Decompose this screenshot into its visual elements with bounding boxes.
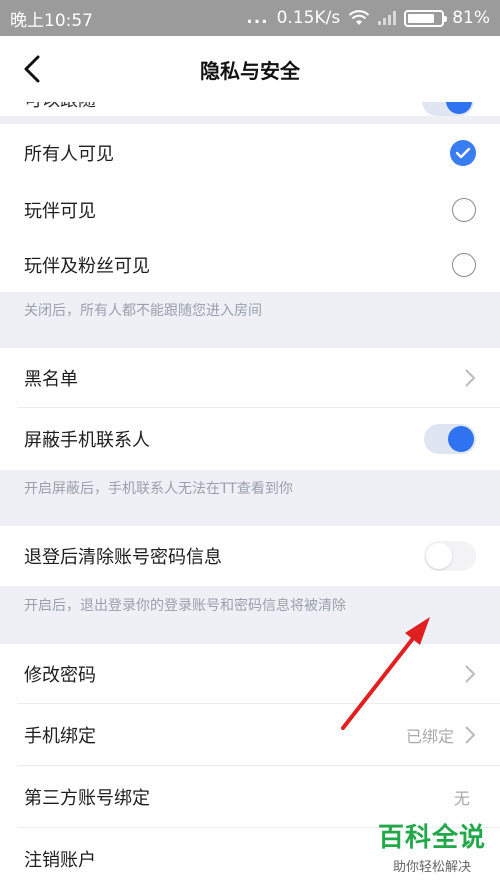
section-gap xyxy=(0,506,500,526)
follow-toggle-row[interactable]: 可以跟随 xyxy=(0,102,500,116)
notification-dots: ... xyxy=(246,8,269,28)
watermark-subtitle: 助你轻松解决 xyxy=(392,860,471,875)
network-speed: 0.15K/s xyxy=(276,8,341,28)
visibility-option-playmates[interactable]: 玩伴可见 xyxy=(0,182,500,237)
follow-toggle[interactable] xyxy=(422,102,474,116)
checked-radio-icon[interactable] xyxy=(450,140,476,166)
phone-binding-status: 已绑定 xyxy=(405,727,454,746)
follow-note: 关闭后，所有人都不能跟随您进入房间 xyxy=(0,292,500,328)
status-indicators: ... 0.15K/s 81% xyxy=(246,8,490,28)
visibility-option-label: 所有人可见 xyxy=(24,144,114,165)
visibility-option-label: 玩伴及粉丝可见 xyxy=(24,255,150,277)
third-party-binding-label: 第三方账号绑定 xyxy=(24,788,150,809)
wifi-icon xyxy=(348,10,370,25)
blacklist-label: 黑名单 xyxy=(24,369,78,390)
visibility-option-everyone[interactable]: 所有人可见 xyxy=(0,124,500,182)
section-gap xyxy=(0,328,500,348)
chevron-right-icon xyxy=(465,665,476,683)
clear-on-logout-note: 开启后，退出登录你的登录账号和密码信息将被清除 xyxy=(0,586,500,624)
follow-toggle-label: 可以跟随 xyxy=(24,102,476,112)
nav-bar: 隐私与安全 xyxy=(0,36,500,102)
block-contacts-row: 屏蔽手机联系人 xyxy=(0,408,500,470)
clear-on-logout-row: 退登后清除账号密码信息 xyxy=(0,526,500,586)
chevron-right-icon xyxy=(465,369,476,387)
phone-binding-row[interactable]: 手机绑定 已绑定 xyxy=(0,704,500,766)
watermark-logo: 百科全说 助你轻松解决 xyxy=(378,817,486,875)
clear-on-logout-label: 退登后清除账号密码信息 xyxy=(24,547,222,568)
change-password-row[interactable]: 修改密码 xyxy=(0,644,500,704)
battery-percent: 81% xyxy=(452,8,490,28)
block-contacts-toggle[interactable] xyxy=(424,424,476,454)
status-bar: 晚上10:57 ... 0.15K/s 81% xyxy=(0,0,500,36)
phone-binding-label: 手机绑定 xyxy=(24,726,96,747)
battery-icon xyxy=(404,9,448,27)
visibility-option-playmates-fans[interactable]: 玩伴及粉丝可见 xyxy=(0,237,500,292)
watermark-title: 百科全说 xyxy=(377,823,486,853)
back-arrow-icon xyxy=(24,55,40,83)
visibility-option-label: 玩伴可见 xyxy=(24,200,96,222)
third-party-binding-status: 无 xyxy=(453,789,470,808)
cell-signal-icon xyxy=(378,11,397,25)
chevron-right-icon xyxy=(465,726,476,744)
blacklist-row[interactable]: 黑名单 xyxy=(0,348,500,408)
unchecked-radio-icon[interactable] xyxy=(452,252,476,277)
back-button[interactable] xyxy=(12,46,52,92)
status-time: 晚上10:57 xyxy=(10,10,93,31)
unchecked-radio-icon[interactable] xyxy=(452,197,476,222)
block-contacts-label: 屏蔽手机联系人 xyxy=(24,430,150,451)
clear-on-logout-toggle[interactable] xyxy=(424,541,476,571)
section-gap xyxy=(0,624,500,644)
change-password-label: 修改密码 xyxy=(24,665,96,686)
page-title: 隐私与安全 xyxy=(200,58,300,83)
block-contacts-note: 开启屏蔽后，手机联系人无法在TT查看到你 xyxy=(0,470,500,506)
